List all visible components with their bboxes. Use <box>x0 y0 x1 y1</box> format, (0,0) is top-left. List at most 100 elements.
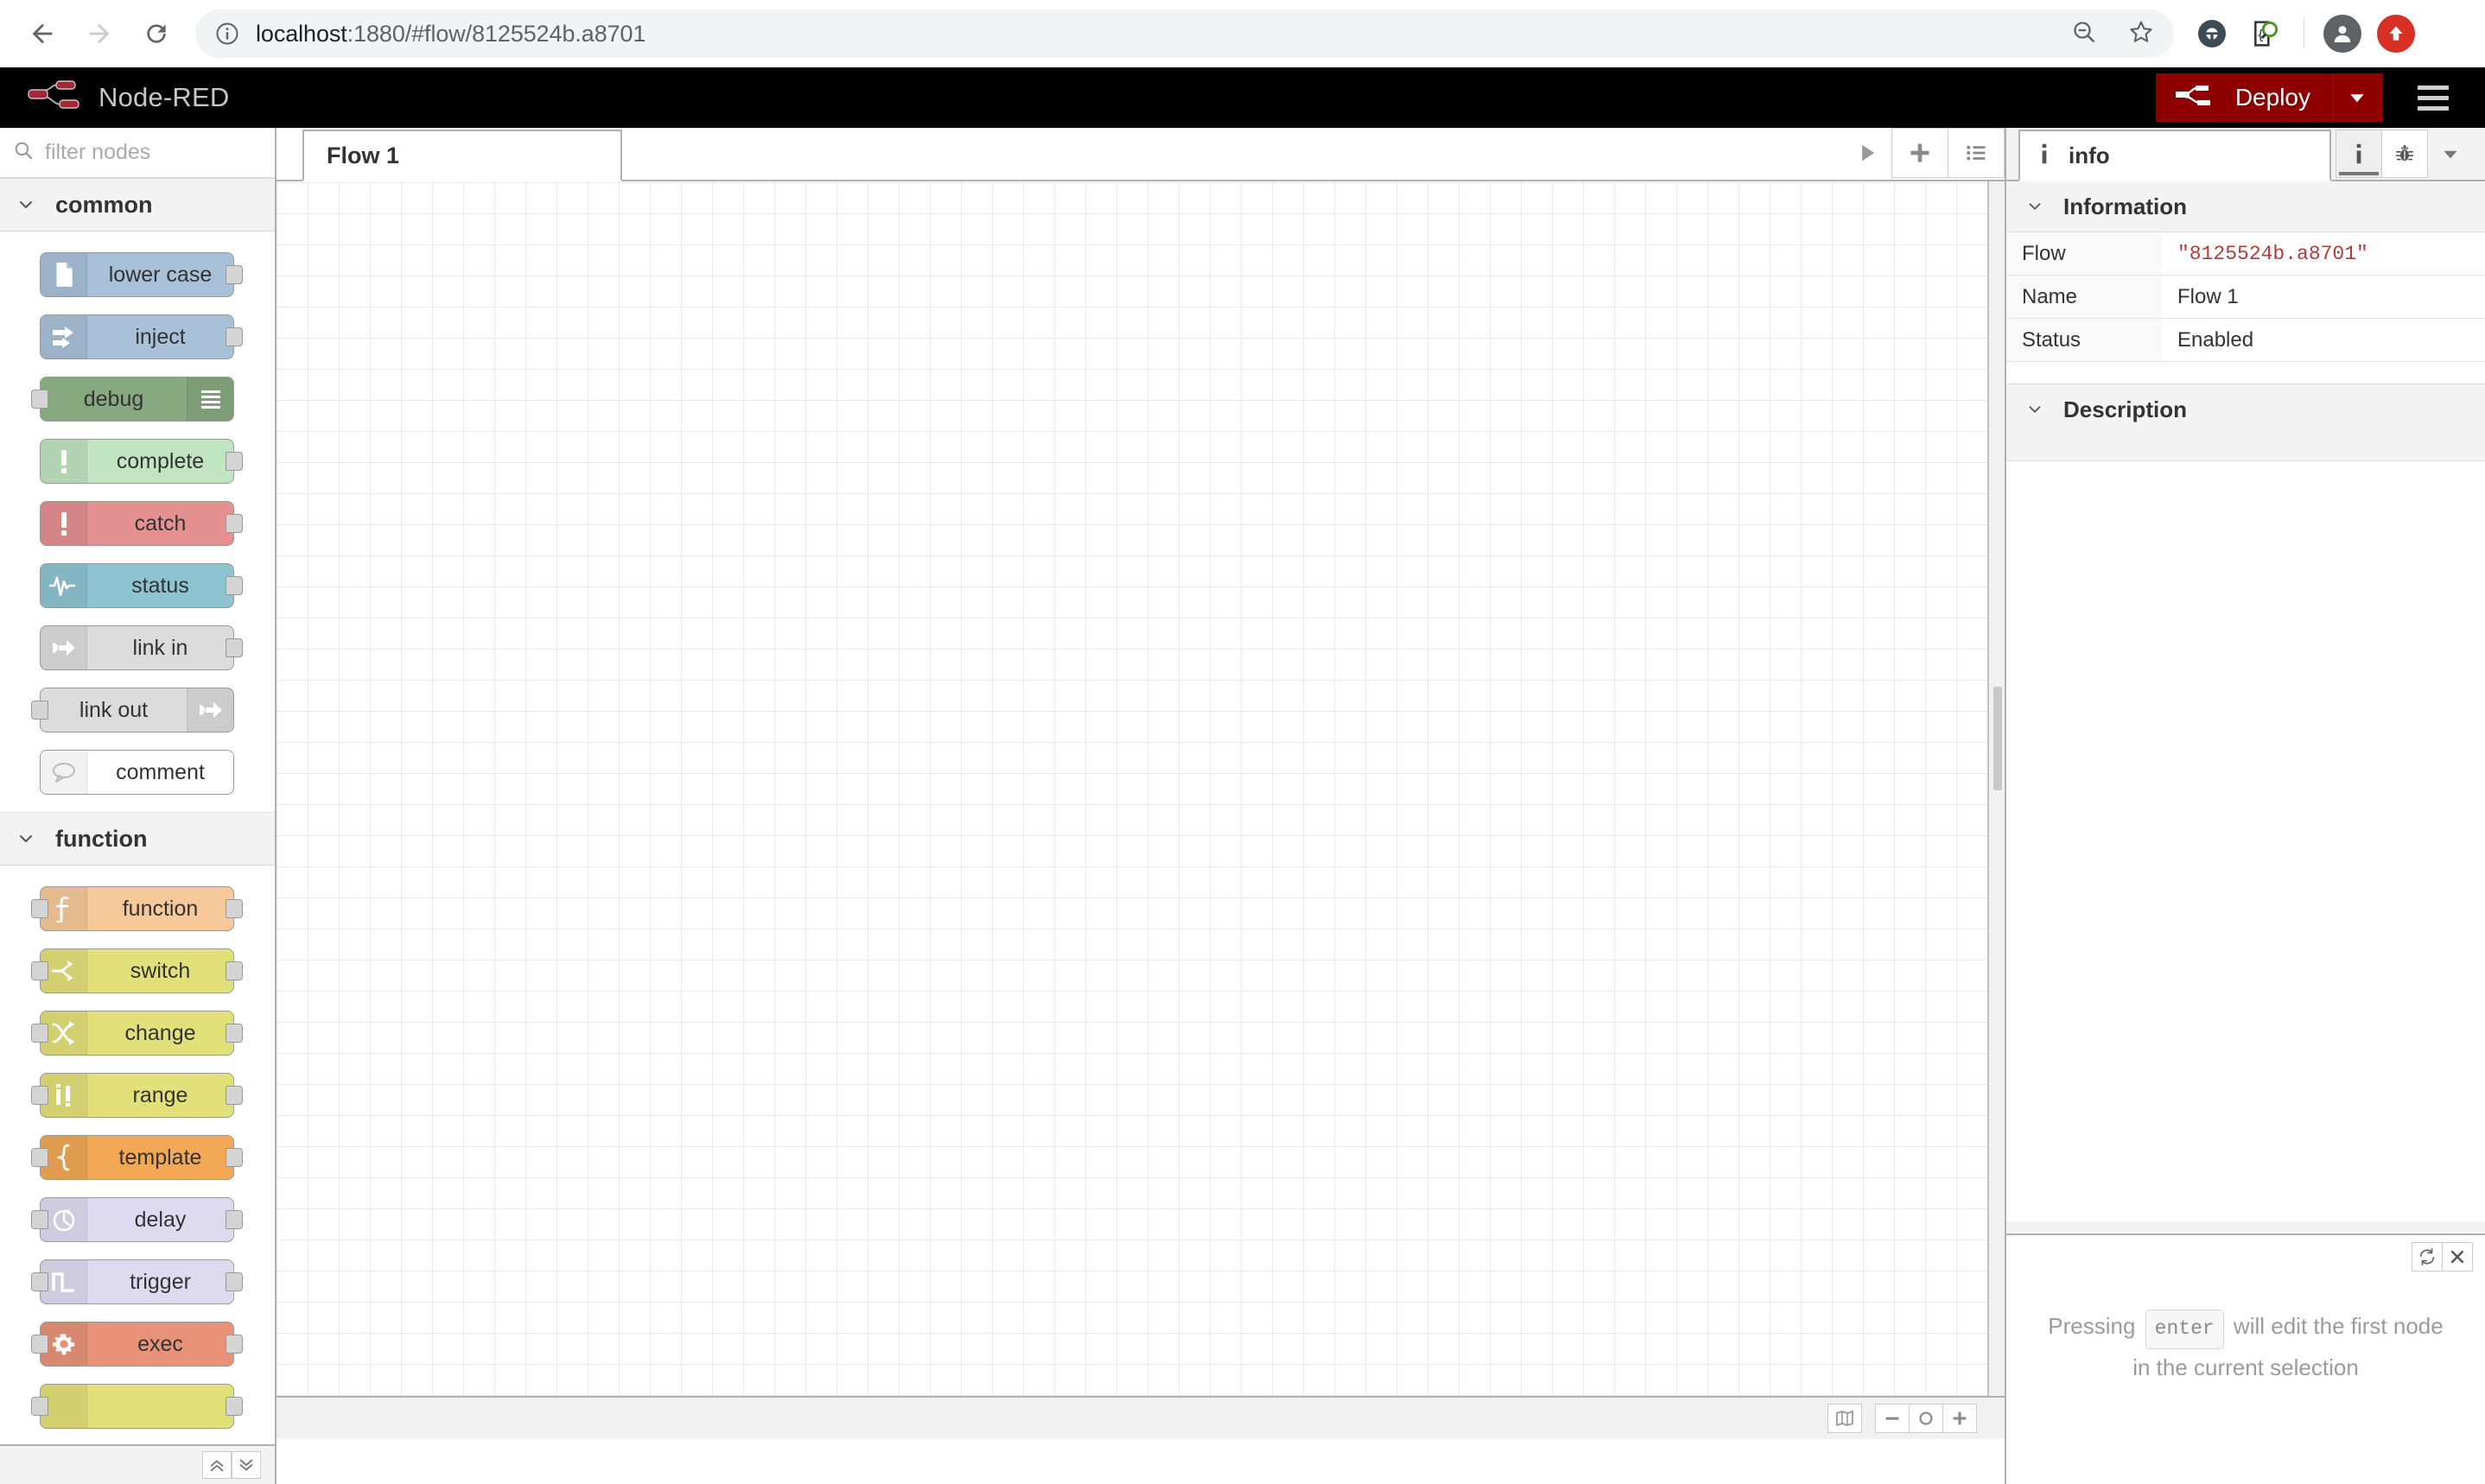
browser-extension-icons: { <box>2188 10 2437 58</box>
deploy-dropdown-button[interactable] <box>2333 73 2380 122</box>
navigator-button[interactable] <box>1827 1404 1862 1433</box>
node-output-port[interactable] <box>226 265 243 284</box>
zoom-out-icon[interactable] <box>2070 18 2098 50</box>
node-output-port[interactable] <box>226 1086 243 1105</box>
bug-icon <box>2395 145 2414 162</box>
deploy-button[interactable]: Deploy <box>2155 73 2383 122</box>
palette-node-status[interactable]: status <box>0 555 275 617</box>
zoom-reset-button[interactable] <box>1909 1404 1943 1433</box>
node-output-port[interactable] <box>226 1148 243 1167</box>
palette-node-inject[interactable]: inject <box>0 306 275 368</box>
sidebar-info-button[interactable] <box>2336 130 2382 178</box>
reload-icon <box>147 24 166 43</box>
palette-node-change[interactable]: change <box>0 1002 275 1064</box>
row-key: Flow <box>2006 231 2162 276</box>
zoom-in-button[interactable] <box>1942 1404 1977 1433</box>
row-key: Status <box>2006 318 2162 362</box>
chevron-down-icon <box>2349 94 2364 103</box>
update-button[interactable] <box>2372 10 2420 58</box>
palette-category-common[interactable]: common <box>0 178 275 231</box>
chevron-double-down-icon <box>239 1459 253 1471</box>
zoom-out-button[interactable] <box>1875 1404 1910 1433</box>
node-label: range <box>132 1082 188 1107</box>
flow-tab-flow-1[interactable]: Flow 1 <box>302 130 622 181</box>
node-output-port[interactable] <box>226 1210 243 1229</box>
node-output-port[interactable] <box>226 514 243 533</box>
palette-node-catch[interactable]: catch <box>0 492 275 555</box>
run-flows-button[interactable] <box>1842 128 1892 178</box>
node-output-port[interactable] <box>226 1397 243 1416</box>
add-flow-tab-button[interactable] <box>1891 128 1948 178</box>
palette-node-complete[interactable]: complete <box>0 430 275 492</box>
info-i-icon <box>2036 143 2053 169</box>
tip-next-button[interactable] <box>2412 1242 2443 1272</box>
expand-all-button[interactable] <box>232 1451 261 1479</box>
info-sidebar: info Information Flow "8125524b.a8701" N… <box>2005 128 2485 1484</box>
palette-node-delay[interactable]: delay <box>0 1189 275 1251</box>
node-output-port[interactable] <box>226 899 243 918</box>
forward-button[interactable] <box>73 7 126 60</box>
node-label: change <box>124 1020 196 1045</box>
node-output-port[interactable] <box>226 1335 243 1354</box>
node-output-port[interactable] <box>226 576 243 595</box>
list-flows-button[interactable] <box>1948 128 2005 178</box>
palette-node-partial[interactable] <box>0 1375 275 1437</box>
circle-icon <box>1919 1411 1933 1425</box>
main-menu-button[interactable] <box>2402 73 2464 122</box>
back-button[interactable] <box>16 7 69 60</box>
description-section-header[interactable]: Description <box>2006 384 2485 434</box>
node-label: link in <box>132 635 188 660</box>
node-output-port[interactable] <box>226 1272 243 1291</box>
palette-node-range[interactable]: range <box>0 1064 275 1126</box>
canvas-scrollbar-thumb[interactable] <box>1993 687 2002 790</box>
node-output-port[interactable] <box>226 327 243 346</box>
palette-category-function[interactable]: function <box>0 812 275 866</box>
palette-node-link-out[interactable]: link out <box>0 679 275 741</box>
site-info-icon[interactable] <box>214 21 240 47</box>
extension-icon[interactable] <box>2188 10 2236 58</box>
info-i-icon <box>2356 143 2361 164</box>
palette-node-link-in[interactable]: link in <box>0 617 275 679</box>
address-bar[interactable]: localhost:1880/#flow/8125524b.a8701 <box>195 10 2174 58</box>
star-bookmark-icon[interactable] <box>2127 18 2155 50</box>
node-output-port[interactable] <box>226 1024 243 1043</box>
palette-node-lower-case[interactable]: lower case <box>0 244 275 306</box>
node-output-port[interactable] <box>226 638 243 657</box>
node-input-port[interactable] <box>31 899 48 918</box>
tip-close-button[interactable] <box>2442 1242 2473 1272</box>
node-output-port[interactable] <box>226 452 243 471</box>
node-input-port[interactable] <box>31 1086 48 1105</box>
palette-node-trigger[interactable]: trigger <box>0 1251 275 1313</box>
palette-node-template[interactable]: template <box>0 1126 275 1189</box>
collapse-all-button[interactable] <box>202 1451 232 1479</box>
palette-node-debug[interactable]: debug <box>0 368 275 430</box>
node-input-port[interactable] <box>31 1272 48 1291</box>
information-section-header[interactable]: Information <box>2006 181 2485 231</box>
profile-button[interactable] <box>2318 10 2367 58</box>
palette-category-common-body: lower case inject debug complete catch s… <box>0 231 275 812</box>
node-input-port[interactable] <box>31 1148 48 1167</box>
sidebar-more-button[interactable] <box>2428 130 2473 178</box>
palette-node-switch[interactable]: switch <box>0 940 275 1002</box>
palette-node-comment[interactable]: comment <box>0 741 275 803</box>
node-input-port[interactable] <box>31 1397 48 1416</box>
node-input-port[interactable] <box>31 1335 48 1354</box>
flow-canvas[interactable] <box>276 181 2005 1439</box>
node-input-port[interactable] <box>31 1210 48 1229</box>
canvas-vertical-scrollbar[interactable] <box>1987 181 2005 1439</box>
row-value: Flow 1 <box>2177 284 2239 308</box>
node-label: trigger <box>130 1269 191 1294</box>
reload-button[interactable] <box>130 7 183 60</box>
extension-search-icon[interactable]: { <box>2241 10 2290 58</box>
sidebar-debug-button[interactable] <box>2381 130 2428 178</box>
sidebar-tab-info[interactable]: info <box>2018 130 2331 181</box>
node-input-port[interactable] <box>31 701 48 720</box>
node-output-port[interactable] <box>226 961 243 980</box>
node-input-port[interactable] <box>31 390 48 409</box>
palette-node-function[interactable]: function <box>0 878 275 940</box>
palette-node-exec[interactable]: exec <box>0 1313 275 1375</box>
node-input-port[interactable] <box>31 1024 48 1043</box>
tip-text-before: Pressing <box>2048 1313 2136 1339</box>
node-input-port[interactable] <box>31 961 48 980</box>
palette-search[interactable]: filter nodes <box>0 128 275 178</box>
